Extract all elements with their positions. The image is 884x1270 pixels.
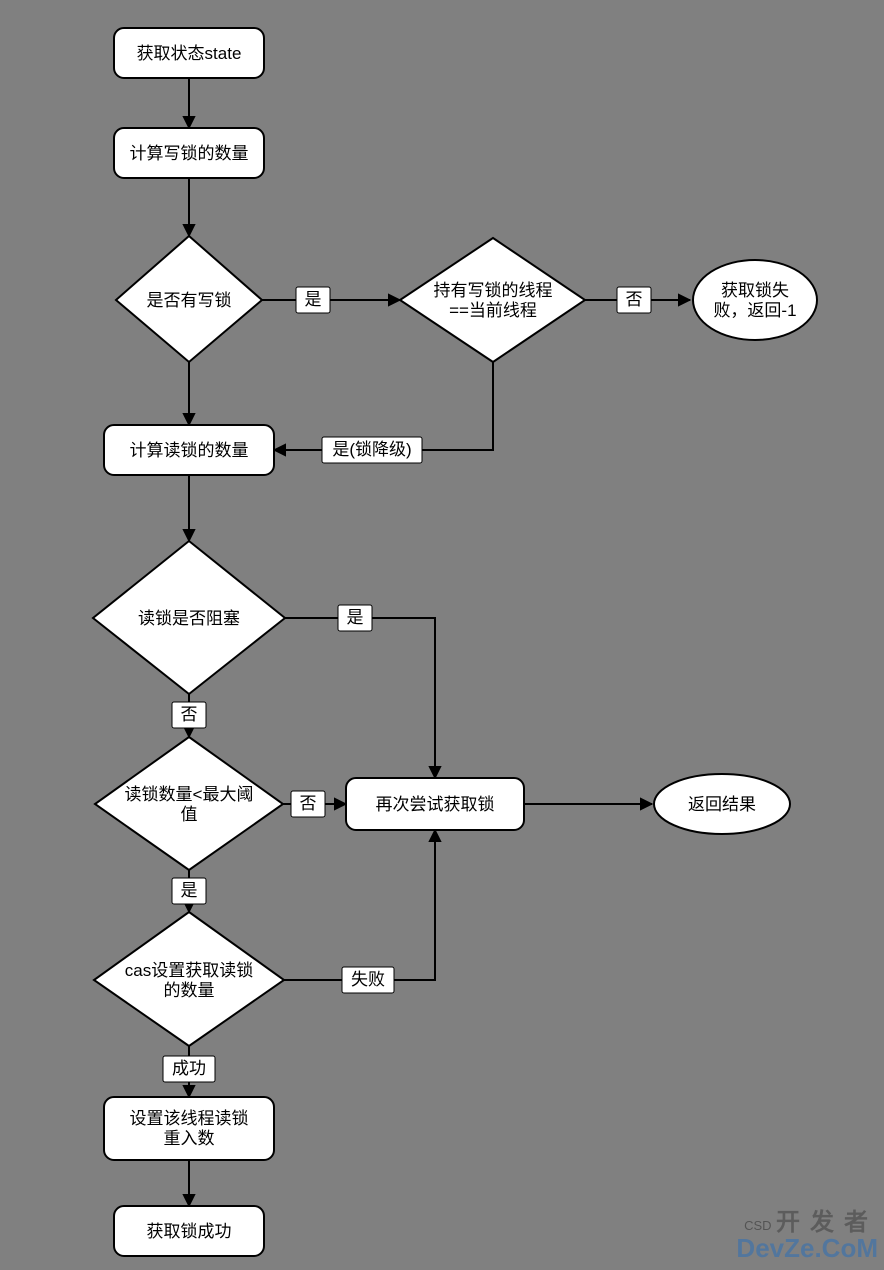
node-label: 持有写锁的线程 [434,281,553,300]
edge-label: 是(锁降级) [332,440,411,459]
edge-label: 成功 [172,1059,206,1078]
node-label: 计算写锁的数量 [130,144,249,163]
node-label: 再次尝试获取锁 [376,795,495,814]
edge-label: 否 [181,705,198,724]
watermark-tiny: CSD [744,1218,771,1233]
node-fail-return-neg1 [693,260,817,340]
node-label: 值 [181,805,198,824]
flowchart-svg: 是 否 是(锁降级) 是 否 否 是 失败 成功 获取状态state 计算写锁的… [0,0,884,1270]
edge-label: 否 [626,290,643,309]
edge-n7-n9 [285,618,435,778]
node-label: 重入数 [164,1129,215,1148]
node-label: 读锁数量<最大阈 [125,785,254,804]
watermark: CSD 开发者 DevZe.CoM [736,1210,878,1262]
edge-label: 失败 [351,970,385,989]
edge-label: 是 [181,881,198,900]
node-label: cas设置获取读锁 [125,961,253,980]
node-label: 返回结果 [688,795,756,814]
node-label: 获取锁失 [721,281,789,300]
node-label: 获取状态state [137,44,242,63]
node-label: 计算读锁的数量 [130,441,249,460]
node-label: 是否有写锁 [147,291,232,310]
node-label: ==当前线程 [449,301,537,320]
node-label: 获取锁成功 [147,1222,232,1241]
edge-n11-n9 [284,830,435,980]
node-label: 败，返回-1 [713,301,796,320]
watermark-top: 开发者 [776,1209,878,1236]
node-label: 的数量 [164,981,215,1000]
watermark-bottom: DevZe.CoM [736,1233,878,1263]
node-label: 读锁是否阻塞 [138,609,240,628]
node-label: 设置该线程读锁 [130,1109,249,1128]
edge-label: 否 [300,794,317,813]
node-owner-is-current [400,238,585,362]
edge-label: 是 [347,608,364,627]
edge-label: 是 [305,290,322,309]
